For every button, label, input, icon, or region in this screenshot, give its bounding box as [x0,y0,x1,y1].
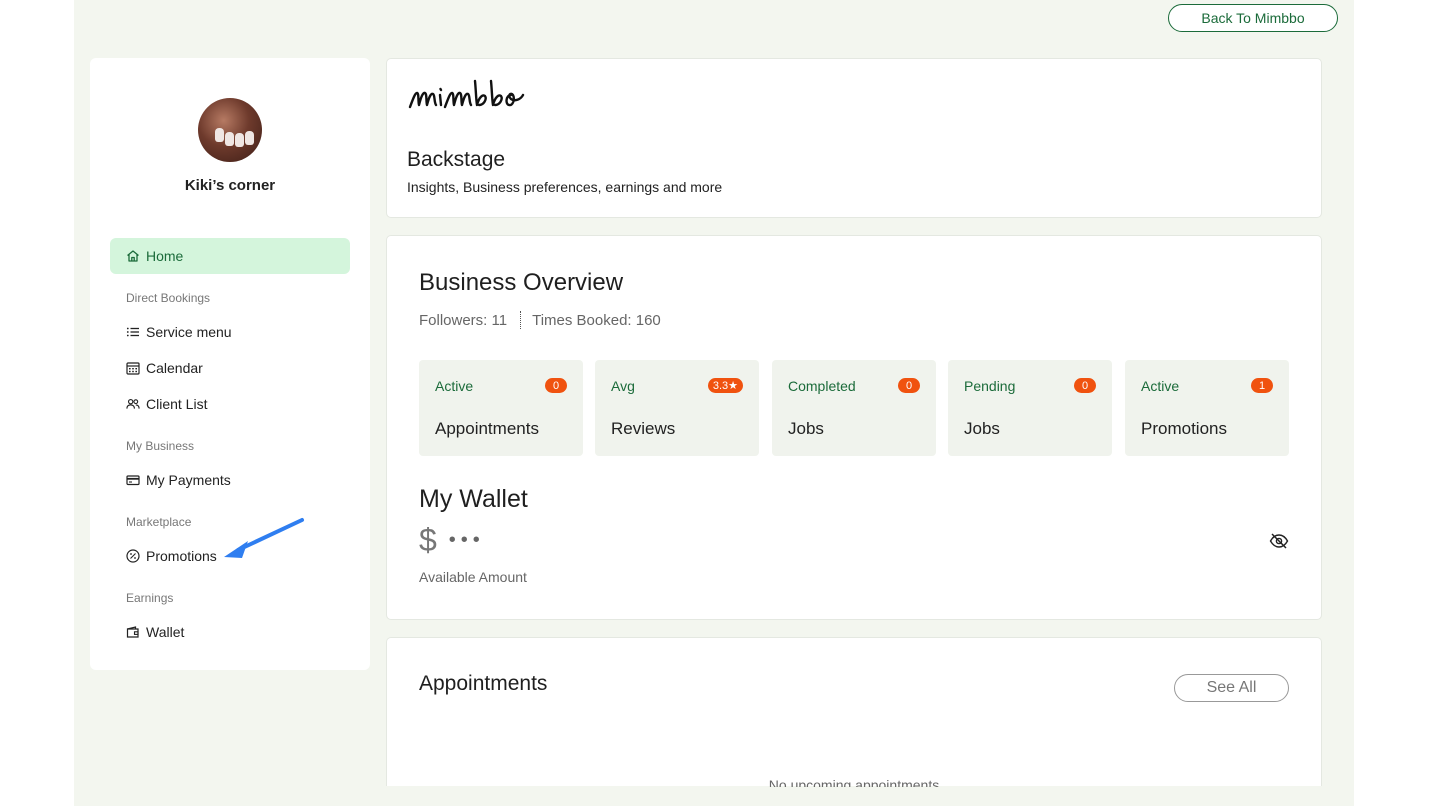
tile-label-bottom: Jobs [964,419,1000,438]
stats-divider [520,311,522,329]
sidebar-item-label: Home [146,248,184,264]
wallet-amount: $ ••• [419,522,485,559]
tile-label-top: Pending [964,378,1016,394]
sidebar-item-label: Calendar [146,360,203,376]
business-overview-card: Business Overview Followers: 11 Times Bo… [386,235,1322,620]
tile-label-bottom: Promotions [1141,419,1227,438]
stat-tile-pending-jobs[interactable]: Pending 0 Jobs [948,360,1112,456]
sidebar-item-label: Client List [146,396,208,412]
tile-label-top: Completed [788,378,856,394]
wallet-icon [126,625,140,639]
mimbbo-logo [408,79,525,109]
masked-amount: ••• [448,529,485,551]
sidebar-item-calendar[interactable]: Calendar [110,350,350,386]
wallet-available-label: Available Amount [419,569,527,585]
percent-badge-icon [126,549,140,563]
sidebar-item-wallet[interactable]: Wallet [110,614,350,650]
profile-name: Kiki’s corner [184,177,276,194]
count-badge: 0 [1074,378,1096,393]
overview-stats: Followers: 11 Times Booked: 160 [419,311,661,329]
stat-tile-completed-jobs[interactable]: Completed 0 Jobs [772,360,936,456]
tile-label-top: Avg [611,378,635,394]
stat-tile-active-appointments[interactable]: Active 0 Appointments [419,360,583,456]
times-booked-count: Times Booked: 160 [532,311,661,329]
sidebar-item-service-menu[interactable]: Service menu [110,314,350,350]
count-badge: 0 [898,378,920,393]
wallet-title: My Wallet [419,485,528,513]
home-icon [126,249,140,263]
count-badge: 0 [545,378,567,393]
tile-label-top: Active [1141,378,1180,394]
tile-label-top: Active [435,378,474,394]
stat-tile-avg-reviews[interactable]: Avg 3.3★ Reviews [595,360,759,456]
users-icon [126,397,140,411]
followers-count: Followers: 11 [419,311,508,329]
appointments-card: Appointments See All No upcoming appoint… [386,637,1322,787]
backstage-card: Backstage Insights, Business preferences… [386,58,1322,218]
sidebar-item-label: Promotions [146,548,217,564]
sidebar: Kiki’s corner Home Direct Bookings Servi… [90,58,370,670]
sidebar-item-label: Service menu [146,324,232,340]
appointments-clip: No upcoming appointments [387,638,1321,787]
section-marketplace: Marketplace [126,515,192,529]
sidebar-item-client-list[interactable]: Client List [110,386,350,422]
tile-label-bottom: Appointments [435,419,539,438]
stat-tile-active-promotions[interactable]: Active 1 Promotions [1125,360,1289,456]
sidebar-item-label: Wallet [146,624,185,640]
tile-label-bottom: Reviews [611,419,676,438]
annotation-arrow-icon [224,518,304,558]
section-my-business: My Business [126,439,195,453]
credit-card-icon [126,473,140,487]
overview-title: Business Overview [419,269,624,296]
sidebar-item-home[interactable]: Home [110,238,350,274]
sidebar-item-label: My Payments [146,472,231,488]
section-earnings: Earnings [126,591,174,605]
sidebar-item-my-payments[interactable]: My Payments [110,462,350,498]
no-appointments-message: No upcoming appointments [768,777,940,787]
tile-label-bottom: Jobs [788,419,824,438]
eye-off-icon[interactable] [1269,533,1289,549]
backstage-subtitle: Insights, Business preferences, earnings… [407,179,723,195]
section-direct-bookings: Direct Bookings [126,291,211,305]
avatar[interactable] [198,98,262,162]
list-icon [126,325,140,339]
backstage-title: Backstage [407,148,506,171]
back-to-mimbbo-button[interactable]: Back To Mimbbo [1168,4,1338,32]
count-badge: 1 [1251,378,1273,393]
calendar-icon [126,361,140,375]
currency-symbol: $ [419,522,437,558]
rating-badge: 3.3★ [707,378,743,393]
